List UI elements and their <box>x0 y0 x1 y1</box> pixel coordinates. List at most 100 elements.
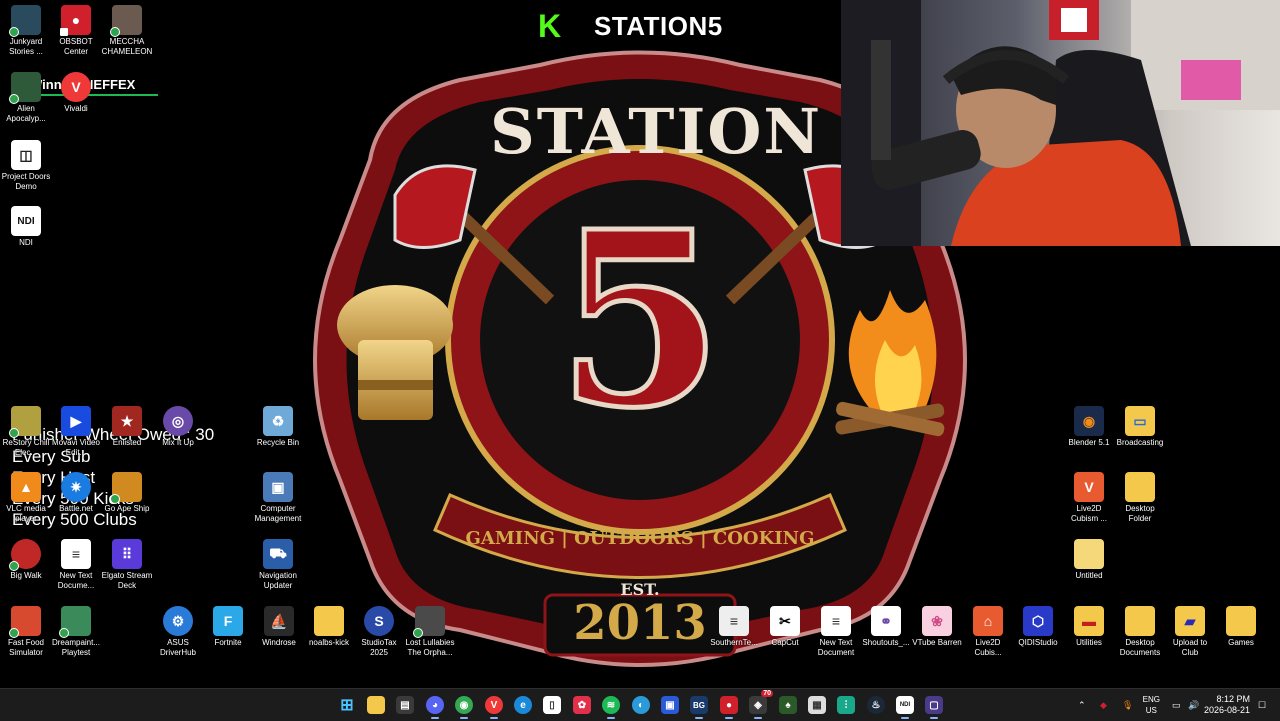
vtube-icon: ❀ <box>922 606 952 636</box>
desktop-icon-alien-apocalypse[interactable]: Alien Apocalyp... <box>0 72 52 124</box>
chrome-icon[interactable]: ◉ <box>455 696 473 719</box>
desktop-icon-ndi[interactable]: NDI NDI <box>0 206 52 248</box>
desktop-icon-broadcasting[interactable]: ▭ Broadcasting <box>1114 406 1166 448</box>
mixitup-icon: ◎ <box>163 406 193 436</box>
desktop-icon-mix-it-up[interactable]: ◎ Mix It Up <box>152 406 204 448</box>
desktop-icon-utilities[interactable]: ▬ Utilities <box>1063 606 1115 648</box>
desktop-icon-desktop-documents[interactable]: Desktop Documents <box>1114 606 1166 658</box>
desktop-icon-windrose[interactable]: ⛵ Windrose <box>253 606 305 648</box>
text-document-icon: ≡ <box>61 539 91 569</box>
desktop-icon-fast-food-simulator[interactable]: Fast Food Simulator <box>0 606 52 658</box>
file-icon[interactable]: ▯ <box>543 696 561 714</box>
calculator-icon[interactable]: ▦ <box>808 696 826 714</box>
clock-time: 8:12 PM <box>1216 694 1250 704</box>
desktop-icon-capcut[interactable]: ✂ CapCut <box>759 606 811 648</box>
app-icon[interactable]: ▢ <box>925 696 943 719</box>
desktop-icon-vlc[interactable]: ▲ VLC media player <box>0 472 52 524</box>
game-icon <box>9 606 41 638</box>
channel-name: STATION5 <box>594 10 723 41</box>
desktop-icon-navigation-updater[interactable]: ⛟ Navigation Updater <box>252 539 304 591</box>
clock[interactable]: 8:12 PM 2026-08-21 <box>1204 694 1250 716</box>
desktop-icon-vivaldi[interactable]: V Vivaldi <box>50 72 102 114</box>
shoutouts-icon: ⚭ <box>871 606 901 636</box>
network-icon[interactable]: ▭ <box>1172 689 1181 721</box>
desktop-icon-battlenet[interactable]: ✷ Battle.net <box>50 472 102 514</box>
desktop-icon-project-doors[interactable]: ◫ Project Doors Demo <box>0 140 52 192</box>
folder-icon <box>1125 606 1155 636</box>
game-icon <box>9 5 41 37</box>
desktop-icon-enlisted[interactable]: ★ Enlisted <box>101 406 153 448</box>
live2d-icon: ⌂ <box>973 606 1003 636</box>
file-explorer-icon[interactable] <box>367 696 385 714</box>
desktop-icon-blender[interactable]: ◉ Blender 5.1 <box>1063 406 1115 448</box>
chevron-up-icon[interactable]: ⌃ <box>1078 689 1086 721</box>
game-icon <box>9 539 41 571</box>
desktop-icon-untitled[interactable]: Untitled <box>1063 539 1115 581</box>
start-icon[interactable]: ⊞ <box>338 696 356 714</box>
vivaldi-icon[interactable]: V <box>485 696 503 719</box>
desktop-icon-noalbs-kick[interactable]: noalbs-kick <box>303 606 355 648</box>
obsbot-icon[interactable]: ● <box>720 696 738 719</box>
desktop-icon-junkyard-stories[interactable]: Junkyard Stories ... <box>0 5 52 57</box>
desktop-icon-recycle-bin[interactable]: ♻ Recycle Bin <box>252 406 304 448</box>
desktop-icon-stream-deck[interactable]: ⠿ Elgato Stream Deck <box>101 539 153 591</box>
spotify-icon[interactable]: ≋ <box>602 696 620 719</box>
bg-icon[interactable]: BG <box>690 696 708 719</box>
desktop-icon-upload-to-club[interactable]: ▰ Upload to Club <box>1164 606 1216 658</box>
obsbot-icon: ● <box>60 5 91 36</box>
desktop-icon-southernte[interactable]: ≡ SouthernTe... <box>708 606 760 648</box>
desktop-icon-go-ape-ship[interactable]: Go Ape Ship <box>101 472 153 514</box>
desktop-icon-dreampaint[interactable]: Dreampaint... Playtest <box>50 606 102 658</box>
desktop-icon-qidistudio[interactable]: ⬡ QIDIStudio <box>1012 606 1064 648</box>
tray-app-icon[interactable]: ◆ <box>1100 689 1107 721</box>
desktop-icon-live2d-cubism[interactable]: V Live2D Cubism ... <box>1063 472 1115 524</box>
desktop-icon-obsbot-center[interactable]: ● OBSBOT Center <box>50 5 102 57</box>
logo-tagline: GAMING | OUTDOORS | COOKING <box>465 528 815 549</box>
store-icon[interactable]: ▤ <box>396 696 414 714</box>
desktop-icon-asus-driverhub[interactable]: ⚙ ASUS DriverHub <box>152 606 204 658</box>
discord-icon[interactable]: ◕ <box>426 696 444 719</box>
edge-icon[interactable]: e <box>514 696 532 714</box>
app-icon[interactable]: ▣ <box>661 696 679 714</box>
app-icon[interactable]: ◐ <box>632 696 650 714</box>
notification-icon[interactable]: ☐ <box>1258 689 1266 721</box>
microphone-icon[interactable]: 🎙 <box>1122 689 1133 721</box>
recycle-bin-icon: ♻ <box>263 406 293 436</box>
doors-icon: ◫ <box>11 140 41 170</box>
desktop-icon-lost-lullabies[interactable]: Lost Lullabies The Orpha... <box>404 606 456 658</box>
desktop-icon-studiotax[interactable]: S StudioTax 2025 <box>353 606 405 658</box>
app-icon[interactable]: ♠ <box>779 696 797 714</box>
ndi-icon[interactable]: NDI <box>896 696 914 719</box>
volume-icon[interactable]: 🔊 <box>1188 689 1199 721</box>
desktop-icon-fortnite[interactable]: F Fortnite <box>202 606 254 648</box>
desktop-icon-big-walk[interactable]: Big Walk <box>0 539 52 581</box>
desktop-icon-desktop-folder[interactable]: Desktop Folder <box>1114 472 1166 524</box>
studiotax-icon: S <box>364 606 394 636</box>
desktop-icon-vtube-barren[interactable]: ❀ VTube Barren <box>911 606 963 648</box>
vivaldi-icon: V <box>61 72 91 102</box>
blender-icon: ◉ <box>1074 406 1104 436</box>
folder-icon: ▭ <box>1125 406 1155 436</box>
desktop-icon-shoutouts[interactable]: ⚭ Shoutouts_... <box>860 606 912 648</box>
asus-icon: ⚙ <box>163 606 193 636</box>
desktop-icon-movavi[interactable]: ▶ Movavi Video Edit... <box>50 406 102 458</box>
desktop-icon-games[interactable]: Games <box>1215 606 1267 648</box>
text-document-icon: ≡ <box>821 606 851 636</box>
desktop-icon-new-text-document-2[interactable]: ≡ New Text Document <box>810 606 862 658</box>
folder-icon: ▰ <box>1175 606 1205 636</box>
desktop-icon-live2d-cubism-2[interactable]: ⌂ Live2D Cubis... <box>962 606 1014 658</box>
kick-icon: K <box>538 8 562 44</box>
battlenet-icon: ✷ <box>61 472 91 502</box>
app-icon[interactable]: ⫶ <box>837 696 855 714</box>
navigation-icon: ⛟ <box>263 539 293 569</box>
desktop-icon-meccha-chameleon[interactable]: MECCHA CHAMELEON <box>101 5 153 57</box>
desktop-icon-new-text-document[interactable]: ≡ New Text Docume... <box>50 539 102 591</box>
steam-icon[interactable]: ♨ <box>867 696 885 714</box>
desktop-icon-restory[interactable]: ReStory Chill Elec... <box>0 406 52 458</box>
webcam-feed <box>841 0 1280 246</box>
desktop-icon-computer-management[interactable]: ▣ Computer Management <box>252 472 304 524</box>
language-indicator[interactable]: ENG US <box>1143 694 1160 716</box>
app-icon[interactable]: ✿ <box>573 696 591 714</box>
app-icon[interactable]: 70 ◈ <box>749 690 773 719</box>
live2d-icon: V <box>1074 472 1104 502</box>
